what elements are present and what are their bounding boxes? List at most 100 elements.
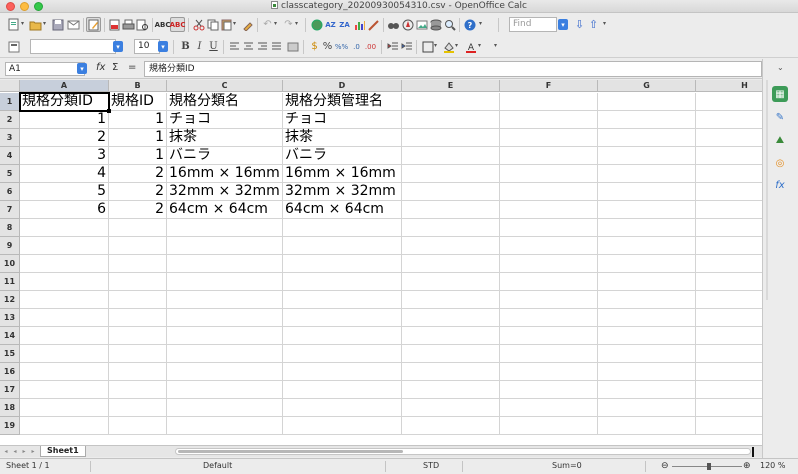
open-folder-icon[interactable] xyxy=(28,17,43,32)
cell-d18[interactable] xyxy=(283,399,402,417)
cell-f6[interactable] xyxy=(500,183,598,201)
autospellcheck-icon[interactable]: ABC xyxy=(170,17,185,32)
cell-a18[interactable] xyxy=(20,399,109,417)
edit-file-icon[interactable] xyxy=(86,17,101,32)
cell-h19[interactable] xyxy=(696,417,762,435)
cell-e5[interactable] xyxy=(402,165,500,183)
cell-d9[interactable] xyxy=(283,237,402,255)
row-header-13[interactable]: 13 xyxy=(0,309,20,327)
function-wizard-icon[interactable]: fx xyxy=(96,62,105,73)
increase-indent-icon[interactable] xyxy=(399,39,414,54)
paste-dropdown-icon[interactable]: ▾ xyxy=(233,20,236,27)
row-header-17[interactable]: 17 xyxy=(0,381,20,399)
cell-c8[interactable] xyxy=(167,219,283,237)
cell-e10[interactable] xyxy=(402,255,500,273)
draw-functions-icon[interactable] xyxy=(366,17,381,32)
cell-f15[interactable] xyxy=(500,345,598,363)
scroll-split-handle[interactable] xyxy=(752,447,754,457)
cell-a14[interactable] xyxy=(20,327,109,345)
cell-h12[interactable] xyxy=(696,291,762,309)
zoom-slider-knob[interactable] xyxy=(707,463,711,470)
cell-h13[interactable] xyxy=(696,309,762,327)
cell-f9[interactable] xyxy=(500,237,598,255)
cell-b8[interactable] xyxy=(109,219,167,237)
cell-g16[interactable] xyxy=(598,363,696,381)
cell-b5[interactable]: 2 xyxy=(109,165,167,183)
cell-c3[interactable]: 抹茶 xyxy=(167,129,283,147)
cell-d3[interactable]: 抹茶 xyxy=(283,129,402,147)
delete-decimal-icon[interactable]: .00 xyxy=(363,39,378,54)
cell-e1[interactable] xyxy=(402,93,500,111)
row-header-7[interactable]: 7 xyxy=(0,201,20,219)
cell-g15[interactable] xyxy=(598,345,696,363)
copy-icon[interactable] xyxy=(205,17,220,32)
underline-button[interactable]: U xyxy=(206,39,221,54)
cell-f3[interactable] xyxy=(500,129,598,147)
cell-d2[interactable]: チョコ xyxy=(283,111,402,129)
align-center-icon[interactable] xyxy=(241,39,256,54)
cell-b3[interactable]: 1 xyxy=(109,129,167,147)
cell-e2[interactable] xyxy=(402,111,500,129)
horizontal-scrollbar[interactable] xyxy=(175,448,751,455)
cell-e8[interactable] xyxy=(402,219,500,237)
row-header-10[interactable]: 10 xyxy=(0,255,20,273)
cell-a7[interactable]: 6 xyxy=(20,201,109,219)
cell-a12[interactable] xyxy=(20,291,109,309)
find-previous-icon[interactable]: ⇧ xyxy=(586,17,601,32)
cell-e18[interactable] xyxy=(402,399,500,417)
cell-g11[interactable] xyxy=(598,273,696,291)
align-left-icon[interactable] xyxy=(227,39,242,54)
row-header-6[interactable]: 6 xyxy=(0,183,20,201)
cell-e15[interactable] xyxy=(402,345,500,363)
formula-equals-button[interactable]: = xyxy=(128,62,136,73)
standard-format-icon[interactable]: %% xyxy=(334,39,349,54)
cell-b11[interactable] xyxy=(109,273,167,291)
name-box[interactable]: A1 xyxy=(5,62,85,76)
cell-g10[interactable] xyxy=(598,255,696,273)
cell-f5[interactable] xyxy=(500,165,598,183)
cell-b9[interactable] xyxy=(109,237,167,255)
cell-g4[interactable] xyxy=(598,147,696,165)
email-icon[interactable] xyxy=(66,17,81,32)
cell-h8[interactable] xyxy=(696,219,762,237)
cell-b1[interactable]: 規格ID xyxy=(109,93,167,111)
clone-formatting-icon[interactable] xyxy=(240,17,255,32)
undo-icon[interactable]: ↶ xyxy=(260,17,275,32)
cell-h3[interactable] xyxy=(696,129,762,147)
cell-a10[interactable] xyxy=(20,255,109,273)
sort-ascending-icon[interactable]: AZ xyxy=(323,17,338,32)
functions-panel-icon[interactable]: fx xyxy=(772,177,788,193)
cell-e16[interactable] xyxy=(402,363,500,381)
column-header-c[interactable]: C xyxy=(167,80,283,92)
cell-g3[interactable] xyxy=(598,129,696,147)
percent-format-button[interactable]: % xyxy=(320,39,335,54)
row-header-18[interactable]: 18 xyxy=(0,399,20,417)
cell-f18[interactable] xyxy=(500,399,598,417)
cell-e4[interactable] xyxy=(402,147,500,165)
cell-e17[interactable] xyxy=(402,381,500,399)
cell-h18[interactable] xyxy=(696,399,762,417)
format-more-icon[interactable]: ▾ xyxy=(494,42,497,49)
horizontal-scroll-thumb[interactable] xyxy=(178,450,403,453)
column-header-h[interactable]: H xyxy=(696,80,762,92)
bold-button[interactable]: B xyxy=(178,39,193,54)
merge-cells-icon[interactable] xyxy=(285,39,300,54)
cell-g19[interactable] xyxy=(598,417,696,435)
borders-dropdown-icon[interactable]: ▾ xyxy=(434,42,437,49)
cell-f7[interactable] xyxy=(500,201,598,219)
cell-a3[interactable]: 2 xyxy=(20,129,109,147)
cell-a11[interactable] xyxy=(20,273,109,291)
cell-c10[interactable] xyxy=(167,255,283,273)
cell-h9[interactable] xyxy=(696,237,762,255)
cell-c12[interactable] xyxy=(167,291,283,309)
cell-f11[interactable] xyxy=(500,273,598,291)
formula-input[interactable]: 規格分類ID xyxy=(144,61,762,77)
cell-h5[interactable] xyxy=(696,165,762,183)
row-header-19[interactable]: 19 xyxy=(0,417,20,435)
cell-g6[interactable] xyxy=(598,183,696,201)
cell-f16[interactable] xyxy=(500,363,598,381)
cell-c1[interactable]: 規格分類名 xyxy=(167,93,283,111)
styles-icon[interactable] xyxy=(6,39,21,54)
prev-sheet-icon[interactable]: ◂ xyxy=(11,448,19,456)
sidebar-menu-icon[interactable]: ⌄ xyxy=(777,63,784,72)
